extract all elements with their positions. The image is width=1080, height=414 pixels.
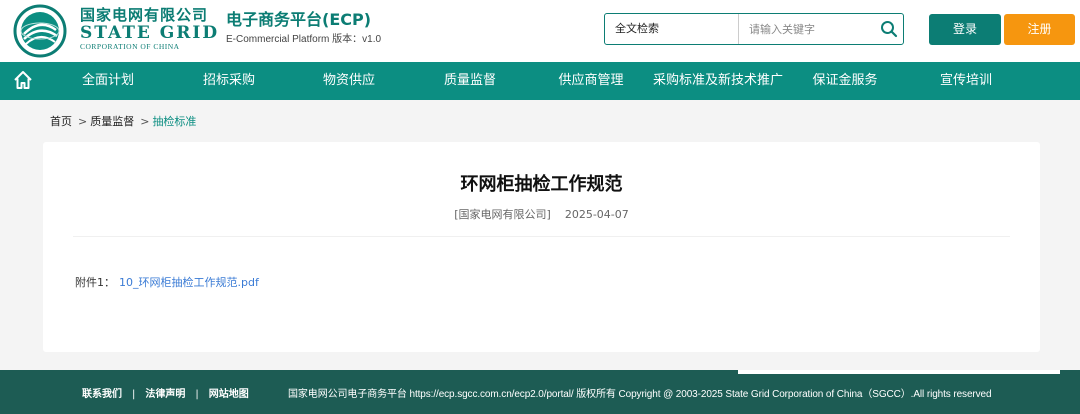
attachment-label: 附件1： xyxy=(75,276,115,289)
nav-item-quality[interactable]: 质量监督 xyxy=(444,62,496,100)
site-header: 国家电网有限公司 STATE GRID CORPORATION OF CHINA… xyxy=(0,0,1080,62)
home-icon[interactable] xyxy=(12,69,34,91)
footer-links: 联系我们 | 法律声明 | 网站地图 xyxy=(82,385,249,400)
nav-item-supply[interactable]: 物资供应 xyxy=(323,62,375,100)
attachment-link[interactable]: 10_环网柜抽检工作规范.pdf xyxy=(119,276,259,289)
attachment-row: 附件1： 10_环网柜抽检工作规范.pdf xyxy=(75,274,259,290)
breadcrumb-separator: > xyxy=(140,115,150,128)
site-footer: 联系我们 | 法律声明 | 网站地图 国家电网公司电子商务平台 https://ecp.… xyxy=(0,370,1080,414)
footer-link-sitemap[interactable]: 网站地图 xyxy=(209,389,249,400)
brand-subtitle: CORPORATION OF CHINA xyxy=(80,42,180,51)
state-grid-emblem-icon[interactable] xyxy=(12,4,68,58)
breadcrumb: 首页 > 质量监督 > 抽检标准 xyxy=(50,113,196,129)
search-input[interactable] xyxy=(741,17,875,41)
register-button[interactable]: 注册 xyxy=(1004,14,1075,45)
footer-link-contact[interactable]: 联系我们 xyxy=(82,389,122,400)
platform-title: 电子商务平台(ECP) xyxy=(226,10,372,29)
nav-item-standards[interactable]: 采购标准及新技术推广 xyxy=(653,62,783,100)
article-date: 2025-04-07 xyxy=(564,208,629,221)
article-source: [国家电网有限公司] xyxy=(454,208,551,221)
platform-title-block: 电子商务平台(ECP) E-Commercial Platform 版本：v1.… xyxy=(226,10,381,48)
breadcrumb-home[interactable]: 首页 xyxy=(50,115,72,128)
nav-item-plan[interactable]: 全面计划 xyxy=(82,62,134,100)
nav-item-training[interactable]: 宣传培训 xyxy=(940,62,992,100)
brand-name-en: STATE GRID xyxy=(80,23,220,43)
footer-link-legal[interactable]: 法律声明 xyxy=(145,389,185,400)
footer-copyright: 国家电网公司电子商务平台 https://ecp.sgcc.com.cn/ecp… xyxy=(288,389,992,400)
login-button[interactable]: 登录 xyxy=(929,14,1001,45)
breadcrumb-separator: > xyxy=(78,115,88,128)
footer-separator: | xyxy=(195,389,199,400)
footer-top-strip xyxy=(738,370,1060,374)
platform-version: E-Commercial Platform 版本：v1.0 xyxy=(226,34,382,45)
search-bar: 全文检索 xyxy=(604,13,904,45)
search-icon[interactable] xyxy=(879,19,899,39)
footer-separator: | xyxy=(132,389,136,400)
article-divider xyxy=(73,236,1010,237)
article-card: 环网柜抽检工作规范 [国家电网有限公司] 2025-04-07 附件1： 10_环网… xyxy=(43,142,1040,352)
main-nav: 全面计划 招标采购 物资供应 质量监督 供应商管理 采购标准及新技术推广 保证金… xyxy=(0,62,1080,100)
brand-block[interactable]: 国家电网有限公司 STATE GRID CORPORATION OF CHINA xyxy=(80,6,220,52)
nav-item-deposit[interactable]: 保证金服务 xyxy=(812,62,877,100)
breadcrumb-current[interactable]: 抽检标准 xyxy=(152,115,196,128)
article-title: 环网柜抽检工作规范 xyxy=(460,174,623,195)
breadcrumb-quality[interactable]: 质量监督 xyxy=(90,115,134,128)
article-meta: [国家电网有限公司] 2025-04-07 xyxy=(43,206,1040,222)
nav-item-supplier[interactable]: 供应商管理 xyxy=(558,62,623,100)
search-scope-select[interactable]: 全文检索 xyxy=(605,14,739,44)
brand-name-cn: 国家电网有限公司 xyxy=(80,6,209,24)
nav-item-bidding[interactable]: 招标采购 xyxy=(203,62,255,100)
